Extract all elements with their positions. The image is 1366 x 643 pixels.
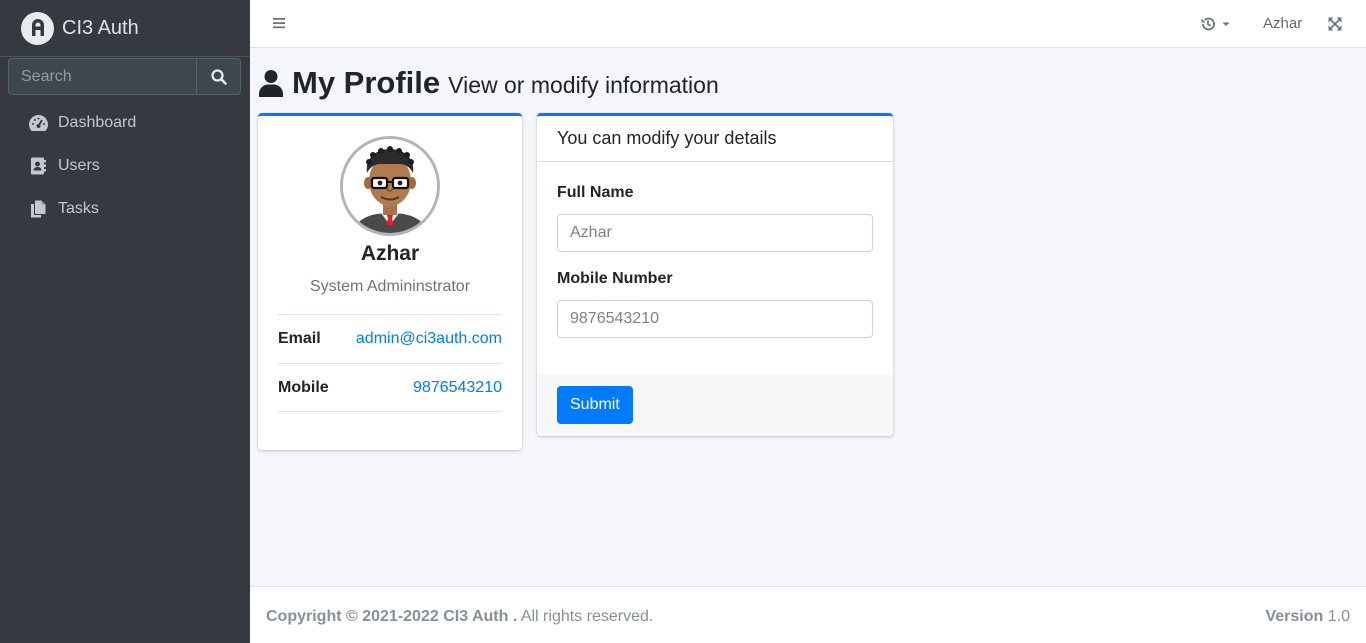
main-sidebar: CI3 Auth Dashboard Users Tasks	[0, 0, 250, 643]
profile-name: Azhar	[360, 242, 420, 265]
history-icon	[1201, 17, 1215, 31]
fullscreen-button[interactable]	[1328, 17, 1342, 36]
mobile-number-field[interactable]	[557, 300, 873, 338]
search-button[interactable]	[196, 58, 241, 95]
tachometer-icon	[26, 114, 50, 132]
brand-logo-icon	[21, 11, 54, 45]
history-dropdown[interactable]	[1200, 16, 1231, 32]
profile-info-list: Email admin@ci3auth.com Mobile 987654321…	[278, 314, 502, 412]
mobile-link[interactable]: 9876543210	[413, 379, 502, 397]
avatar	[340, 136, 440, 236]
page-subtitle: View or modify information	[448, 72, 719, 98]
menu-toggle-button[interactable]	[272, 16, 286, 35]
sidebar-item-users[interactable]: Users	[8, 146, 242, 186]
version-info: Version 1.0	[1265, 608, 1350, 626]
sidebar-item-label: Users	[58, 157, 100, 174]
full-name-field[interactable]	[557, 214, 873, 252]
sidebar-search	[8, 58, 241, 95]
main-footer: Copyright © 2021-2022 CI3 Auth . All rig…	[250, 586, 1366, 643]
sidebar-item-tasks[interactable]: Tasks	[8, 189, 242, 229]
card-footer: Submit	[537, 374, 893, 436]
sidebar-nav: Dashboard Users Tasks	[8, 103, 242, 232]
hamburger-icon	[273, 18, 285, 29]
version-label: Version	[1265, 608, 1324, 625]
email-link[interactable]: admin@ci3auth.com	[356, 330, 502, 348]
page-title: My Profile	[292, 65, 441, 100]
sidebar-item-label: Tasks	[58, 200, 99, 217]
profile-card: Azhar System Admininstrator Email admin@…	[258, 113, 522, 450]
list-item: Email admin@ci3auth.com	[278, 314, 502, 363]
sidebar-item-dashboard[interactable]: Dashboard	[8, 103, 242, 143]
copy-icon	[26, 200, 50, 218]
user-icon	[259, 70, 283, 97]
sidebar-item-label: Dashboard	[58, 114, 137, 131]
version-value: 1.0	[1327, 608, 1350, 625]
caret-down-icon	[1222, 22, 1230, 26]
user-menu[interactable]: Azhar	[1263, 15, 1302, 32]
mobile-number-label: Mobile Number	[557, 270, 673, 287]
brand-link[interactable]: CI3 Auth	[0, 0, 250, 57]
copyright: Copyright © 2021-2022 CI3 Auth . All rig…	[266, 608, 653, 626]
profile-role: System Admininstrator	[309, 278, 471, 295]
submit-button[interactable]: Submit	[557, 386, 633, 424]
search-input[interactable]	[8, 58, 196, 95]
top-navbar: Azhar	[250, 0, 1366, 48]
search-icon	[210, 68, 227, 85]
mobile-label: Mobile	[278, 378, 329, 396]
copyright-text: Copyright © 2021-2022 CI3 Auth .	[266, 608, 518, 625]
content-wrapper: My Profile View or modify information Az…	[250, 48, 1366, 586]
edit-profile-card: You can modify your details Full Name Mo…	[537, 113, 893, 436]
list-item: Mobile 9876543210	[278, 363, 502, 412]
card-title: You can modify your details	[537, 116, 893, 162]
address-book-icon	[26, 157, 50, 175]
full-name-label: Full Name	[557, 184, 634, 201]
expand-icon	[1328, 17, 1342, 31]
email-label: Email	[278, 330, 321, 347]
page-header: My Profile View or modify information	[258, 65, 719, 101]
brand-name: CI3 Auth	[62, 16, 139, 39]
rights-text: All rights reserved.	[517, 608, 654, 625]
